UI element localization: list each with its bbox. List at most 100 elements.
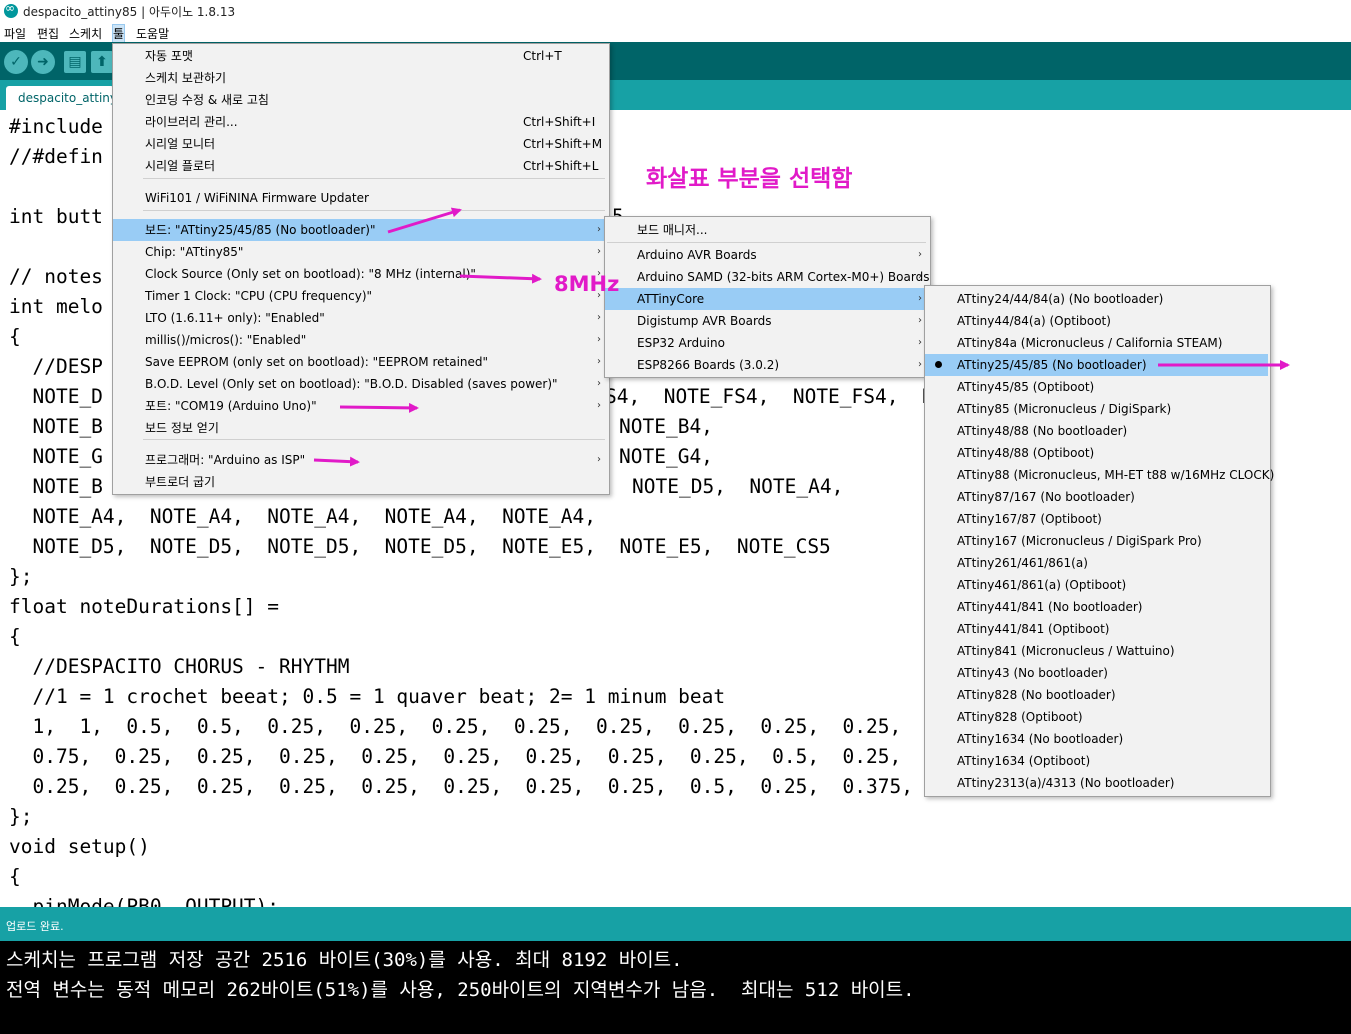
chip-menu-item[interactable]: ATtiny24/44/84(a) (No bootloader) (925, 288, 1268, 310)
tools-menu-item[interactable]: Chip: "ATtiny85" › (113, 241, 607, 263)
chip-menu-item[interactable]: ATtiny44/84(a) (Optiboot) (925, 310, 1268, 332)
board-menu-item[interactable]: Arduino AVR Boards › (605, 244, 928, 266)
menu-edit[interactable]: 편집 (37, 25, 59, 42)
chip-menu-item[interactable]: ATtiny48/88 (Optiboot) (925, 442, 1268, 464)
console-line: 전역 변수는 동적 메모리 262바이트(51%)를 사용, 250바이트의 지… (6, 979, 915, 1001)
tab-sketch[interactable]: despacito_attiny85 (6, 86, 114, 110)
chip-menu-item[interactable]: ATtiny25/45/85 (No bootloader) (925, 354, 1268, 376)
menu-item-label: 인코딩 수정 & 새로 고침 (145, 93, 269, 107)
code-line: int butt (9, 205, 103, 228)
tools-menu-item[interactable]: millis()/micros(): "Enabled" › (113, 329, 607, 351)
menu-help[interactable]: 도움말 (136, 25, 169, 42)
chip-menu-item[interactable]: ATtiny167 (Micronucleus / DigiSpark Pro) (925, 530, 1268, 552)
tools-menu-item[interactable]: 포트: "COM19 (Arduino Uno)" › (113, 395, 607, 417)
menu-file[interactable]: 파일 (4, 25, 26, 42)
chip-menu-item[interactable]: ATtiny88 (Micronucleus, MH-ET t88 w/16MH… (925, 464, 1274, 486)
menu-item-label: 프로그래머: "Arduino as ISP" (145, 453, 306, 467)
tools-menu-item[interactable]: 시리얼 플로터 Ctrl+Shift+L (113, 155, 607, 177)
status-message: 업로드 완료. (6, 920, 64, 933)
tools-menu-item[interactable]: Timer 1 Clock: "CPU (CPU frequency)" › (113, 285, 607, 307)
code-line: }; (9, 805, 33, 828)
tools-menu-item[interactable]: 보드 정보 얻기 (113, 417, 607, 439)
board-menu-item[interactable]: ESP8266 Boards (3.0.2) › (605, 354, 928, 376)
chip-menu-item[interactable]: ATtiny87/167 (No bootloader) (925, 486, 1268, 508)
menu-item-label: LTO (1.6.11+ only): "Enabled" (145, 311, 325, 325)
board-menu-item[interactable]: ESP32 Arduino › (605, 332, 928, 354)
chip-menu-item[interactable]: ATtiny828 (Optiboot) (925, 706, 1268, 728)
menu-item-label: ATtiny1634 (Optiboot) (957, 754, 1091, 768)
menu-item-label: 스케치 보관하기 (145, 71, 227, 85)
menu-tools[interactable]: 툴 (111, 24, 126, 43)
menu-item-label: ATtiny84a (Micronucleus / California STE… (957, 336, 1223, 350)
chip-menu-item[interactable]: ATtiny261/461/861(a) (925, 552, 1268, 574)
menu-item-label: ATtiny48/88 (Optiboot) (957, 446, 1095, 460)
menu-item-label: ATtiny1634 (No bootloader) (957, 732, 1124, 746)
code-line: { (9, 625, 21, 648)
code-line: NOTE_D5, NOTE_D5, NOTE_D5, NOTE_D5, NOTE… (9, 535, 831, 558)
chevron-right-icon: › (918, 359, 922, 370)
chip-menu-item[interactable]: ATtiny2313(a)/4313 (No bootloader) (925, 772, 1268, 794)
menu-item-label: Timer 1 Clock: "CPU (CPU frequency)" (145, 289, 373, 303)
board-menu-item[interactable]: 보드 매니저... (605, 219, 928, 241)
board-menu-item[interactable]: Digistump AVR Boards › (605, 310, 928, 332)
tools-menu-item[interactable]: 부트로더 굽기 (113, 471, 607, 493)
new-button[interactable]: ▤ (64, 51, 86, 73)
menu-sketch[interactable]: 스케치 (69, 25, 102, 42)
chip-menu-item[interactable]: ATtiny841 (Micronucleus / Wattuino) (925, 640, 1268, 662)
code-line: #include (9, 115, 103, 138)
attinycore-submenu: ATtiny24/44/84(a) (No bootloader) ATtiny4… (924, 285, 1274, 797)
verify-button[interactable]: ✓ (4, 50, 28, 74)
tools-menu-item[interactable]: 보드: "ATtiny25/45/85 (No bootloader)" › (113, 219, 607, 241)
board-menu-item[interactable]: Arduino SAMD (32-bits ARM Cortex-M0+) Bo… (605, 266, 929, 288)
code-line: int melo (9, 295, 103, 318)
menu-item-label: ATtiny25/45/85 (No bootloader) (957, 358, 1147, 372)
board-menu-item[interactable]: ATTinyCore › (605, 288, 928, 310)
chip-menu-item[interactable]: ATtiny828 (No bootloader) (925, 684, 1268, 706)
menu-item-label: ATtiny24/44/84(a) (No bootloader) (957, 292, 1164, 306)
tools-menu-item[interactable]: Save EEPROM (only set on bootload): "EEP… (113, 351, 607, 373)
chip-menu-item[interactable]: ATtiny84a (Micronucleus / California STE… (925, 332, 1268, 354)
chevron-right-icon: › (597, 400, 601, 411)
menu-item-label: 시리얼 모니터 (145, 137, 216, 151)
menu-item-label: 보드 매니저... (637, 223, 708, 237)
menu-item-label: Clock Source (Only set on bootload): "8 … (145, 267, 476, 281)
menu-item-shortcut: Ctrl+Shift+I (523, 115, 596, 129)
tools-menu-item[interactable]: 프로그래머: "Arduino as ISP" › (113, 449, 607, 471)
open-button[interactable]: ⬆ (91, 51, 113, 73)
tools-menu-item[interactable]: 스케치 보관하기 (113, 67, 607, 89)
tools-menu-item[interactable]: Clock Source (Only set on bootload): "8 … (113, 263, 607, 285)
upload-button[interactable]: ➜ (31, 50, 55, 74)
menu-item-label: 보드 정보 얻기 (145, 421, 219, 435)
menu-item-label: Save EEPROM (only set on bootload): "EEP… (145, 355, 489, 369)
menu-item-label: ATtiny2313(a)/4313 (No bootloader) (957, 776, 1175, 790)
chip-menu-item[interactable]: ATtiny441/841 (No bootloader) (925, 596, 1268, 618)
chip-menu-item[interactable]: ATtiny43 (No bootloader) (925, 662, 1268, 684)
chip-menu-item[interactable]: ATtiny461/861(a) (Optiboot) (925, 574, 1268, 596)
chip-menu-item[interactable]: ATtiny45/85 (Optiboot) (925, 376, 1268, 398)
tools-menu-item[interactable]: LTO (1.6.11+ only): "Enabled" › (113, 307, 607, 329)
window-title: despacito_attiny85 | 아두이노 1.8.13 (23, 5, 236, 19)
chip-menu-item[interactable]: ATtiny441/841 (Optiboot) (925, 618, 1268, 640)
code-line: float noteDurations[] = (9, 595, 280, 618)
chip-menu-item[interactable]: ATtiny1634 (No bootloader) (925, 728, 1268, 750)
menu-item-shortcut: Ctrl+Shift+L (523, 159, 599, 173)
chip-menu-item[interactable]: ATtiny85 (Micronucleus / DigiSpark) (925, 398, 1268, 420)
board-submenu: 보드 매니저... Arduino AVR Boards › Arduino SAMD… (604, 216, 931, 378)
chip-menu-item[interactable]: ATtiny1634 (Optiboot) (925, 750, 1268, 772)
tools-menu-item[interactable]: 자동 포맷 Ctrl+T (113, 45, 607, 67)
tools-menu-item[interactable]: 시리얼 모니터 Ctrl+Shift+M (113, 133, 607, 155)
tools-menu-item[interactable]: WiFi101 / WiFiNINA Firmware Updater (113, 187, 607, 209)
chip-menu-item[interactable]: ATtiny167/87 (Optiboot) (925, 508, 1268, 530)
arduino-logo-icon (4, 1, 18, 18)
code-line: NOTE_G (9, 445, 103, 468)
tools-menu-item[interactable]: B.O.D. Level (Only set on bootload): "B.… (113, 373, 607, 395)
menu-item-label: ATtiny841 (Micronucleus / Wattuino) (957, 644, 1175, 658)
code-line: //1 = 1 crochet beeat; 0.5 = 1 quaver be… (9, 685, 726, 708)
menu-item-label: ATTinyCore (637, 292, 705, 306)
tools-menu-item[interactable]: 인코딩 수정 & 새로 고침 (113, 89, 607, 111)
menu-separator (607, 242, 926, 243)
tools-menu-item[interactable]: 라이브러리 관리... Ctrl+Shift+I (113, 111, 607, 133)
status-bar: 업로드 완료. (0, 907, 1351, 941)
annotation-heading: 화살표 부분을 선택함 (646, 166, 853, 192)
chip-menu-item[interactable]: ATtiny48/88 (No bootloader) (925, 420, 1268, 442)
